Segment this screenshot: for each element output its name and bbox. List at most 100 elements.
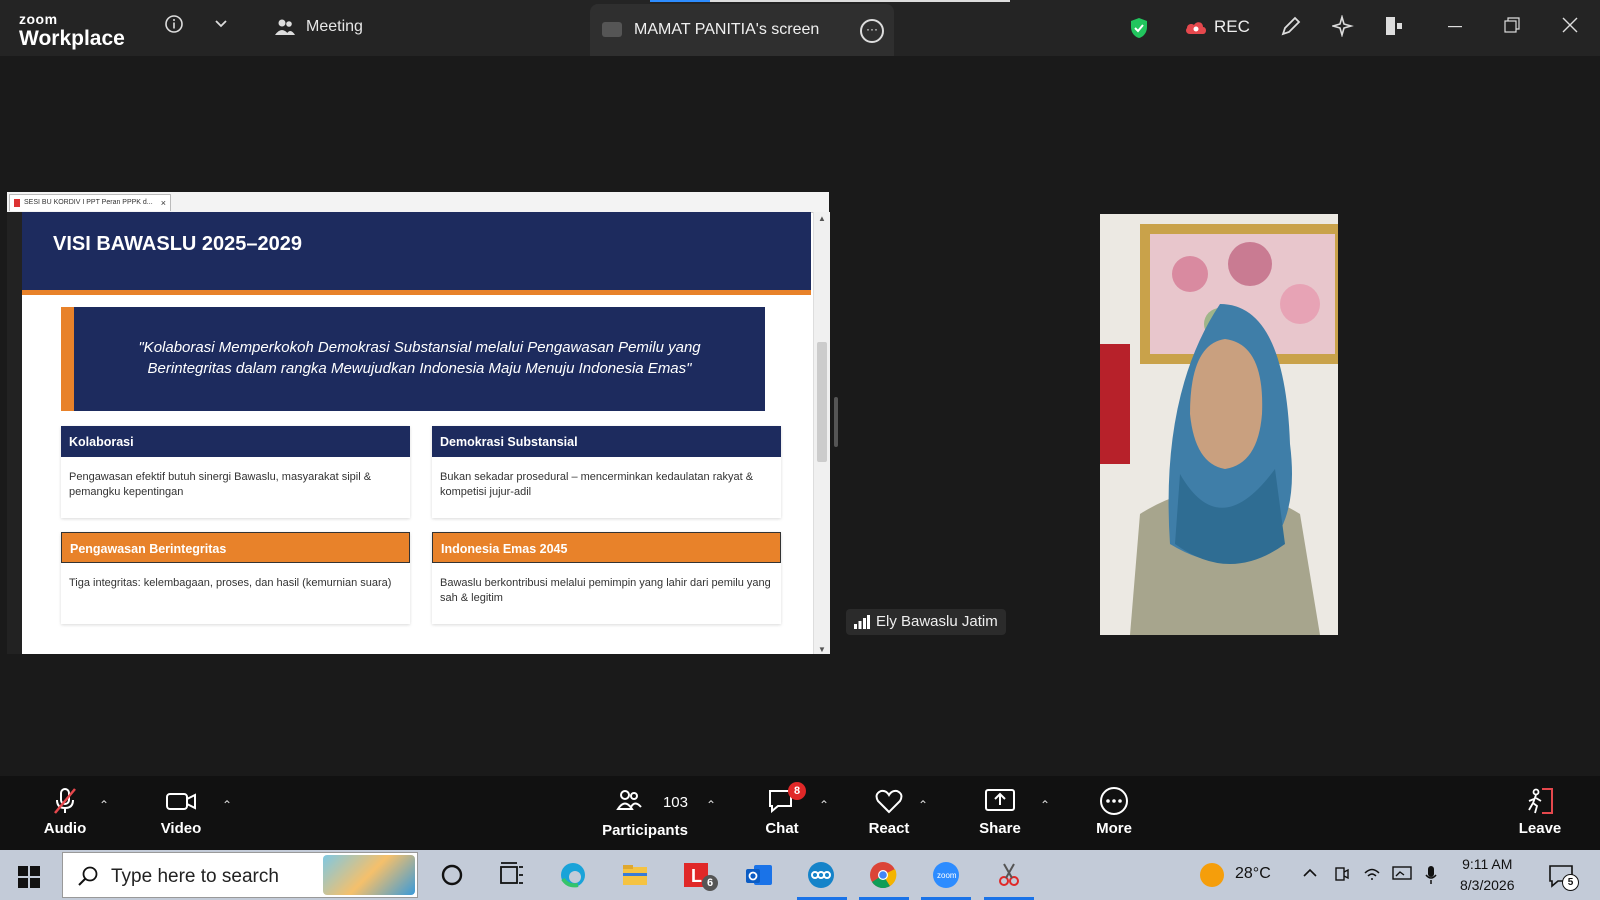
- participants-button[interactable]: 103 Participants: [602, 786, 688, 839]
- mail-app-icon[interactable]: L 6: [682, 861, 718, 891]
- participant-video-image: [1100, 214, 1338, 635]
- meet-now-icon[interactable]: [1333, 865, 1351, 883]
- signal-bars-icon: [854, 615, 870, 629]
- clock-date: 8/3/2026: [1460, 877, 1515, 893]
- search-highlight-image: [323, 855, 415, 895]
- screen-thumbnail-icon: [602, 22, 622, 37]
- system-clock[interactable]: 9:11 AM 8/3/2026: [1460, 854, 1515, 896]
- meeting-controls: Audio ⌃ Video ⌃ 103 Participants ⌃ Chat …: [0, 776, 1600, 850]
- clock-time: 9:11 AM: [1462, 856, 1513, 872]
- close-icon[interactable]: [1562, 16, 1578, 39]
- more-icon: [1100, 787, 1128, 815]
- video-options-chevron-icon[interactable]: ⌃: [222, 798, 232, 812]
- card-indonesia-emas: Indonesia Emas 2045 Bawaslu berkontribus…: [432, 532, 781, 624]
- share-button[interactable]: Share: [976, 786, 1024, 837]
- restore-icon[interactable]: [1504, 16, 1520, 39]
- vision-quote: "Kolaborasi Memperkokoh Demokrasi Substa…: [138, 339, 701, 377]
- people-icon: [275, 19, 295, 35]
- meeting-menu[interactable]: Meeting: [274, 17, 363, 37]
- meeting-label: Meeting: [306, 18, 363, 35]
- display-icon[interactable]: [1392, 865, 1412, 883]
- document-tab[interactable]: SESI BU KORDIV I PPT Peran PPPK d... ×: [9, 194, 171, 211]
- header-accent-line: [22, 290, 811, 295]
- viewer-scrollbar[interactable]: ▲ ▼: [813, 212, 830, 654]
- view-layout-icon[interactable]: [1383, 15, 1405, 42]
- document-tab-title: SESI BU KORDIV I PPT Peran PPPK d...: [24, 199, 153, 206]
- wifi-icon[interactable]: [1363, 865, 1381, 883]
- chat-options-chevron-icon[interactable]: ⌃: [819, 798, 829, 812]
- react-label: React: [868, 820, 910, 837]
- card-title: Indonesia Emas 2045: [432, 532, 781, 563]
- edge-browser-icon[interactable]: [558, 861, 588, 889]
- chat-button[interactable]: Chat 8: [762, 782, 806, 837]
- svg-text:L: L: [691, 866, 702, 886]
- notification-count: 5: [1562, 874, 1579, 891]
- heart-icon: [875, 789, 903, 814]
- scroll-up-icon[interactable]: ▲: [818, 214, 826, 223]
- task-view-icon[interactable]: [497, 861, 527, 889]
- chat-unread-badge: 8: [788, 782, 806, 800]
- ai-companion-icon[interactable]: [1330, 14, 1354, 42]
- record-label: REC: [1214, 17, 1250, 36]
- leave-icon: [1528, 788, 1553, 814]
- windows-taskbar: Type here to search L 6 zoom 28°C 9:11 A…: [0, 850, 1600, 900]
- search-placeholder: Type here to search: [111, 866, 279, 887]
- record-button[interactable]: REC: [1184, 17, 1250, 37]
- audio-options-chevron-icon[interactable]: ⌃: [99, 798, 109, 812]
- participant-video: [1100, 214, 1338, 635]
- leave-label: Leave: [1518, 820, 1562, 837]
- info-icon[interactable]: [164, 14, 184, 39]
- shared-screen: SESI BU KORDIV I PPT Peran PPPK d... × V…: [7, 192, 830, 654]
- tab-progress: [650, 0, 1010, 2]
- presentation-slide: VISI BAWASLU 2025–2029 "Kolaborasi Mempe…: [22, 212, 811, 654]
- weather-sun-icon[interactable]: [1199, 862, 1225, 888]
- react-button[interactable]: React: [866, 786, 912, 837]
- minimize-icon[interactable]: [1447, 16, 1463, 39]
- participant-name-tag: Ely Bawaslu Jatim: [846, 609, 1006, 635]
- react-options-chevron-icon[interactable]: ⌃: [918, 798, 928, 812]
- share-screen-icon: [985, 789, 1015, 811]
- share-options-chevron-icon[interactable]: ⌃: [1040, 798, 1050, 812]
- card-pengawasan-berintegritas: Pengawasan Berintegritas Tiga integritas…: [61, 532, 410, 624]
- more-button[interactable]: More: [1090, 786, 1138, 837]
- tab-close-icon[interactable]: ×: [161, 195, 166, 211]
- logo-workplace-text: Workplace: [19, 27, 125, 50]
- tray-chevron-up-icon[interactable]: [1302, 865, 1318, 881]
- card-body: Tiga integritas: kelembagaan, proses, da…: [69, 577, 392, 589]
- annotate-pen-icon[interactable]: [1280, 15, 1302, 42]
- more-options-icon[interactable]: ···: [860, 19, 884, 43]
- cortana-icon[interactable]: [437, 861, 467, 889]
- leave-button[interactable]: Leave: [1516, 786, 1564, 837]
- weather-temperature[interactable]: 28°C: [1235, 865, 1271, 883]
- chevron-down-icon[interactable]: [214, 15, 228, 36]
- snipping-tool-icon[interactable]: [994, 861, 1024, 889]
- taskbar-search-input[interactable]: Type here to search: [62, 852, 418, 898]
- file-explorer-icon[interactable]: [620, 861, 650, 889]
- split-resize-handle[interactable]: [834, 397, 838, 447]
- card-demokrasi-substansial: Demokrasi Substansial Bukan sekadar pros…: [432, 426, 781, 518]
- windows-start-icon[interactable]: [18, 866, 40, 893]
- participants-options-chevron-icon[interactable]: ⌃: [706, 798, 716, 812]
- more-label: More: [1096, 820, 1132, 837]
- audio-label: Audio: [43, 820, 87, 837]
- card-body: Pengawasan efektif butuh sinergi Bawaslu…: [69, 471, 372, 498]
- search-icon: [78, 866, 98, 886]
- slide-title: VISI BAWASLU 2025–2029: [53, 233, 303, 255]
- slide-header: VISI BAWASLU 2025–2029: [22, 212, 811, 290]
- microphone-icon[interactable]: [1424, 865, 1438, 885]
- screen-share-tab[interactable]: MAMAT PANITIA's screen ···: [590, 0, 1010, 56]
- scroll-thumb[interactable]: [817, 342, 827, 462]
- card-kolaborasi: Kolaborasi Pengawasan efektif butuh sine…: [61, 426, 410, 518]
- chrome-icon[interactable]: [868, 861, 898, 889]
- notification-center[interactable]: 5: [1548, 864, 1579, 893]
- mail-badge: 6: [702, 875, 718, 891]
- logo-zoom-text: zoom: [19, 11, 58, 27]
- video-button[interactable]: Video: [156, 786, 206, 837]
- security-shield-icon[interactable]: [1130, 17, 1148, 44]
- nextcloud-icon[interactable]: [806, 861, 836, 889]
- scroll-down-icon[interactable]: ▼: [818, 645, 826, 654]
- outlook-icon[interactable]: [744, 861, 774, 889]
- chat-label: Chat: [765, 820, 799, 837]
- audio-button[interactable]: Audio: [40, 786, 90, 837]
- zoom-app-icon[interactable]: zoom: [931, 861, 961, 889]
